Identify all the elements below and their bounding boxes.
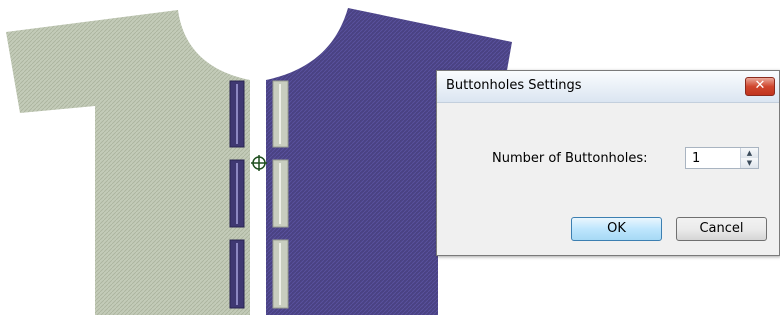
close-icon: ✕ [754, 78, 766, 93]
buttonholes-left[interactable] [229, 80, 245, 309]
spin-down-button[interactable]: ▼ [741, 158, 758, 168]
close-button[interactable]: ✕ [745, 77, 775, 96]
number-of-buttonholes-label: Number of Buttonholes: [492, 151, 648, 166]
number-of-buttonholes-spinbox[interactable]: ▲ ▼ [685, 147, 759, 169]
buttonholes-settings-dialog: Buttonholes Settings ✕ Number of Buttonh… [436, 70, 780, 256]
chevron-up-icon: ▲ [746, 149, 753, 157]
crosshair-move-cursor-icon [251, 155, 267, 171]
spin-buttons: ▲ ▼ [740, 148, 758, 168]
garment-left-panel[interactable] [6, 10, 250, 315]
cancel-button[interactable]: Cancel [676, 217, 767, 241]
ok-button[interactable]: OK [571, 217, 662, 241]
number-of-buttonholes-input[interactable] [692, 151, 732, 166]
chevron-down-icon: ▼ [746, 159, 753, 167]
dialog-title: Buttonholes Settings [446, 78, 582, 93]
buttonholes-right[interactable] [272, 80, 289, 309]
dialog-titlebar[interactable]: Buttonholes Settings ✕ [437, 71, 779, 103]
